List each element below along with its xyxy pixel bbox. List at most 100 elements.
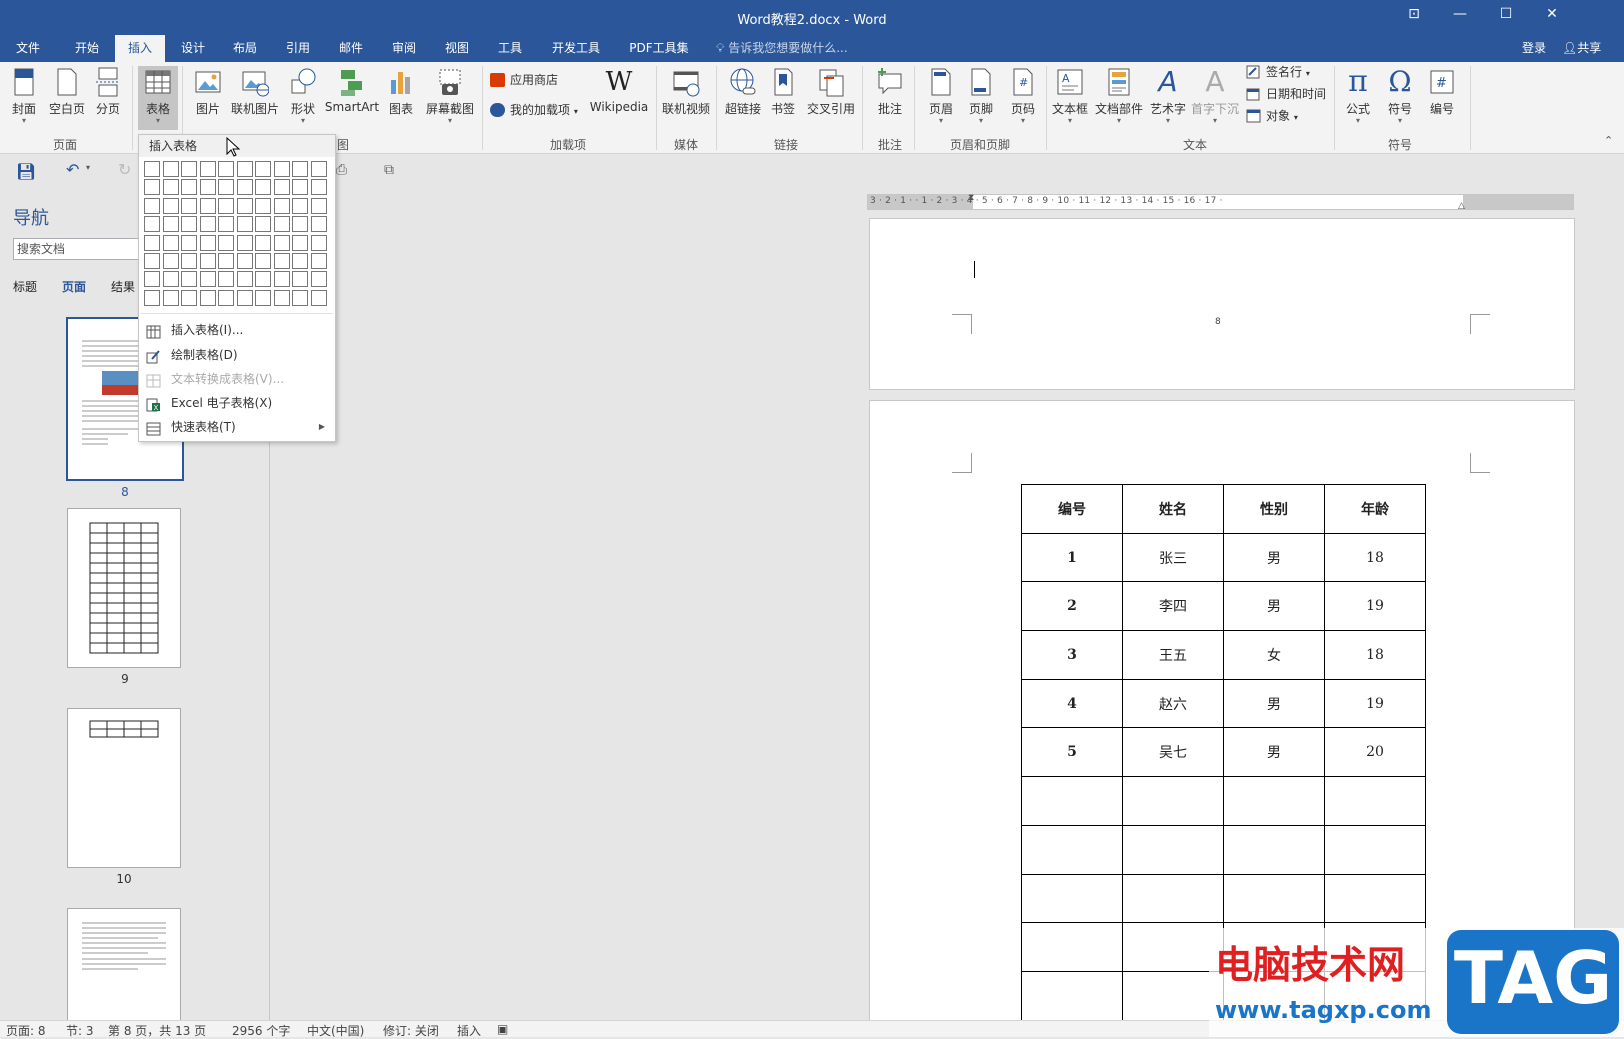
menu-quick-tables[interactable]: 快速表格(T) ▶ xyxy=(139,415,335,439)
table-grid-cell[interactable] xyxy=(236,234,253,251)
table-grid-cell[interactable] xyxy=(310,179,327,196)
table-cell[interactable] xyxy=(1122,824,1224,875)
table-cell[interactable]: 19 xyxy=(1324,678,1426,729)
cross-reference-button[interactable]: 交叉引用 xyxy=(804,66,858,117)
table-header-cell[interactable]: 姓名 xyxy=(1122,484,1224,534)
page-thumbnail-11[interactable] xyxy=(67,908,181,1020)
table-cell[interactable] xyxy=(1021,776,1123,826)
indent-marker-icon[interactable]: ⧗ xyxy=(968,193,974,203)
table-grid-cell[interactable] xyxy=(218,289,234,306)
blank-page-button[interactable]: 空白页 xyxy=(46,66,88,117)
table-cell[interactable] xyxy=(1122,776,1224,826)
toolbar-extra-icon[interactable]: ⧉ xyxy=(384,162,394,178)
tab-insert[interactable]: 插入 xyxy=(115,35,165,62)
table-grid-cell[interactable] xyxy=(255,197,271,214)
picture-button[interactable]: 图片 xyxy=(190,66,226,117)
macro-record-icon[interactable]: ▣ xyxy=(497,1022,508,1036)
drop-cap-button[interactable]: A 首字下沉 ▾ xyxy=(1190,66,1240,125)
table-grid-cell[interactable] xyxy=(292,197,308,214)
tab-layout[interactable]: 布局 xyxy=(220,35,270,62)
table-grid-cell[interactable] xyxy=(310,161,327,177)
store-button[interactable]: 应用商店 xyxy=(490,70,558,90)
table-grid-cell[interactable] xyxy=(144,271,160,288)
table-grid-cell[interactable] xyxy=(162,161,179,177)
table-cell[interactable]: 20 xyxy=(1324,727,1426,778)
table-grid-cell[interactable] xyxy=(255,253,271,269)
table-grid-cell[interactable] xyxy=(255,216,271,233)
table-grid-cell[interactable] xyxy=(199,216,216,233)
table-cell[interactable]: 男 xyxy=(1223,581,1325,632)
table-grid-cell[interactable] xyxy=(181,271,197,288)
table-cell[interactable] xyxy=(1324,776,1426,826)
menu-convert-text-to-table[interactable]: 文本转换成表格(V)... xyxy=(139,367,335,391)
table-grid-cell[interactable] xyxy=(181,197,197,214)
table-cell[interactable]: 3 xyxy=(1021,630,1123,680)
search-document-input[interactable]: 搜索文档 xyxy=(13,238,140,260)
table-grid-cell[interactable] xyxy=(218,179,234,196)
tab-references[interactable]: 引用 xyxy=(273,35,323,62)
table-cell[interactable] xyxy=(1021,970,1123,1020)
screenshot-button[interactable]: 屏幕截图 ▾ xyxy=(422,66,478,125)
tab-file[interactable]: 文件 xyxy=(8,35,48,62)
table-grid-cell[interactable] xyxy=(218,253,234,269)
table-grid-cell[interactable] xyxy=(255,179,271,196)
table-cell[interactable]: 张三 xyxy=(1122,532,1224,583)
menu-excel-spreadsheet[interactable]: X Excel 电子表格(X) xyxy=(139,391,335,415)
page-9[interactable]: 编号 姓名 性别 年龄 1 张三男 18 2 李四男 19 3 王五女 18 4 赵六男 19 … xyxy=(869,400,1575,1020)
date-time-button[interactable]: 日期和时间 xyxy=(1246,84,1326,104)
menu-insert-table[interactable]: 插入表格(I)... xyxy=(139,318,335,342)
maximize-icon[interactable]: ☐ xyxy=(1486,6,1526,22)
table-grid-cell[interactable] xyxy=(236,179,253,196)
table-grid-cell[interactable] xyxy=(162,216,179,233)
textbox-button[interactable]: A 文本框 ▾ xyxy=(1050,66,1090,125)
table-cell[interactable] xyxy=(1021,873,1123,924)
undo-icon[interactable]: ↶ xyxy=(66,160,79,179)
table-grid-cell[interactable] xyxy=(273,216,290,233)
tab-review[interactable]: 审阅 xyxy=(379,35,429,62)
table-cell[interactable] xyxy=(1324,824,1426,875)
tab-home[interactable]: 开始 xyxy=(62,35,112,62)
document-area[interactable]: 3 · 2 · 1 · · 1 · 2 · 3 · 4 · 5 · 6 · 7 … xyxy=(270,188,1624,1020)
cover-page-button[interactable]: 封面 ▾ xyxy=(6,66,42,125)
table-grid-cell[interactable] xyxy=(273,197,290,214)
table-grid-cell[interactable] xyxy=(199,253,216,269)
table-cell[interactable]: 1 xyxy=(1021,532,1123,583)
table-grid-cell[interactable] xyxy=(273,271,290,288)
page-break-button[interactable]: 分页 xyxy=(90,66,126,117)
table-grid-cell[interactable] xyxy=(292,216,308,233)
table-cell[interactable]: 吴七 xyxy=(1122,727,1224,778)
hyperlink-button[interactable]: 超链接 xyxy=(722,66,764,117)
table-cell[interactable] xyxy=(1324,873,1426,924)
table-grid-cell[interactable] xyxy=(162,253,179,269)
new-comment-button[interactable]: 批注 xyxy=(870,66,910,117)
table-grid-cell[interactable] xyxy=(255,289,271,306)
table-cell[interactable]: 女 xyxy=(1223,630,1325,680)
table-grid-cell[interactable] xyxy=(236,253,253,269)
nav-tab-pages[interactable]: 页面 xyxy=(62,278,86,295)
table-grid-cell[interactable] xyxy=(255,271,271,288)
table-grid-cell[interactable] xyxy=(236,271,253,288)
table-grid-cell[interactable] xyxy=(199,234,216,251)
table-grid-cell[interactable] xyxy=(162,197,179,214)
table-grid-cell[interactable] xyxy=(162,271,179,288)
table-cell[interactable] xyxy=(1021,922,1123,972)
tell-me-box[interactable]: 💡︎ 告诉我您想要做什么... xyxy=(716,35,848,61)
menu-draw-table[interactable]: 绘制表格(D) xyxy=(139,343,335,367)
table-cell[interactable]: 王五 xyxy=(1122,630,1224,680)
table-grid-cell[interactable] xyxy=(310,253,327,269)
footer-button[interactable]: 页脚 ▾ xyxy=(962,66,1000,125)
right-indent-marker-icon[interactable]: △ xyxy=(1458,201,1465,211)
collapse-ribbon-icon[interactable]: ⌃ xyxy=(1604,134,1613,147)
table-grid-cell[interactable] xyxy=(310,234,327,251)
table-grid-cell[interactable] xyxy=(144,216,160,233)
horizontal-ruler[interactable]: 3 · 2 · 1 · · 1 · 2 · 3 · 4 · 5 · 6 · 7 … xyxy=(867,193,1574,211)
table-grid-cell[interactable] xyxy=(181,179,197,196)
table-grid-cell[interactable] xyxy=(292,253,308,269)
table-grid-cell[interactable] xyxy=(181,289,197,306)
wikipedia-button[interactable]: W Wikipedia xyxy=(588,66,650,114)
ribbon-display-options-icon[interactable]: ⊡ xyxy=(1394,6,1434,22)
table-grid-cell[interactable] xyxy=(236,289,253,306)
status-section[interactable]: 节: 3 xyxy=(66,1022,94,1039)
table-grid-cell[interactable] xyxy=(236,197,253,214)
table-grid-cell[interactable] xyxy=(310,289,327,306)
